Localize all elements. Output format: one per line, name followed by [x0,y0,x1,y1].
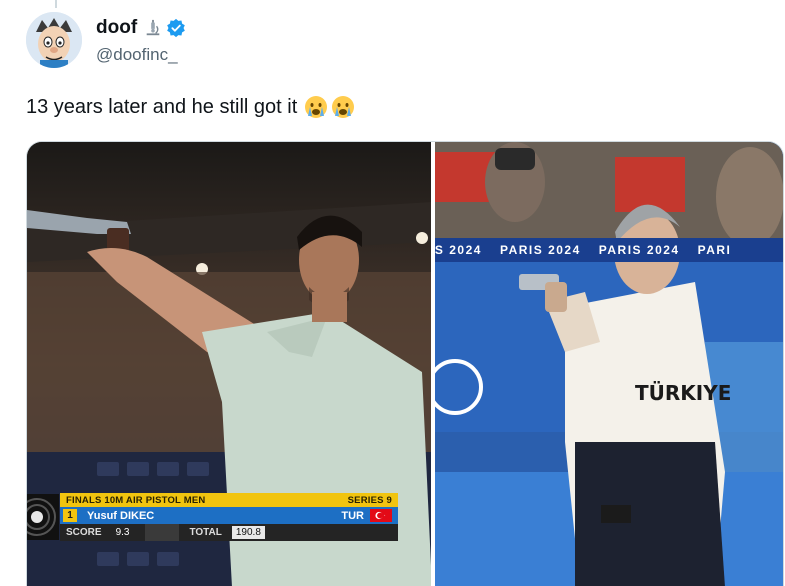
crying-face-icon [305,96,328,118]
score-label: SCORE [66,527,102,538]
scoreboard-header: FINALS 10M AIR PISTOL MEN SERIES 9 [60,493,398,507]
athlete-name: Yusuf DIKEC [87,509,155,522]
athlete-row: 1 Yusuf DIKEC TUR [60,507,398,524]
turkey-flag-icon [370,509,392,522]
tweet-header: doof @doofinc_ [26,12,186,68]
microscope-icon [146,19,160,35]
banner-text: PARIS 2024 [499,243,581,257]
score-blur-box [145,524,180,541]
banner-text: S 2024 [434,243,482,257]
banner-text: PARI [697,243,732,257]
paris-2024-banner: S 2024 PARIS 2024 PARIS 2024 PARI [434,238,783,262]
score-row: SCORE 9.3 TOTAL 190.8 [60,524,398,541]
photo-london-2012[interactable]: FINALS 10M AIR PISTOL MEN SERIES 9 1 Yus… [27,142,431,586]
cartoon-avatar-icon [26,12,82,68]
scoreboard: FINALS 10M AIR PISTOL MEN SERIES 9 1 Yus… [60,493,398,541]
thread-connector [55,0,57,8]
rank-badge: 1 [63,509,77,522]
tweet-text: 13 years later and he still got it [26,95,298,118]
nation-code: TUR [341,509,364,522]
event-title: FINALS 10M AIR PISTOL MEN [66,494,206,506]
display-name[interactable]: doof [96,17,137,39]
score-value: 9.3 [115,527,130,538]
banner-text: PARIS 2024 [598,243,680,257]
media-grid: FINALS 10M AIR PISTOL MEN SERIES 9 1 Yus… [26,141,784,586]
series-label: SERIES 9 [347,494,392,506]
tweet-body: 13 years later and he still got it [26,94,357,120]
user-handle[interactable]: @doofinc_ [96,45,186,65]
verified-badge-icon[interactable] [166,18,186,38]
crying-face-icon [332,96,355,118]
photo-paris-2024[interactable]: TÜRKIYE S 2024 PARIS 2024 PARIS 2024 PAR… [434,142,783,586]
shirt-text: TÜRKIYE [635,381,731,405]
total-label: TOTAL [189,527,222,538]
score-overlay: FINALS 10M AIR PISTOL MEN SERIES 9 1 Yus… [27,493,431,551]
avatar[interactable] [26,12,82,68]
shooter-photo-image: TÜRKIYE [434,142,783,586]
total-value: 190.8 [231,526,265,539]
